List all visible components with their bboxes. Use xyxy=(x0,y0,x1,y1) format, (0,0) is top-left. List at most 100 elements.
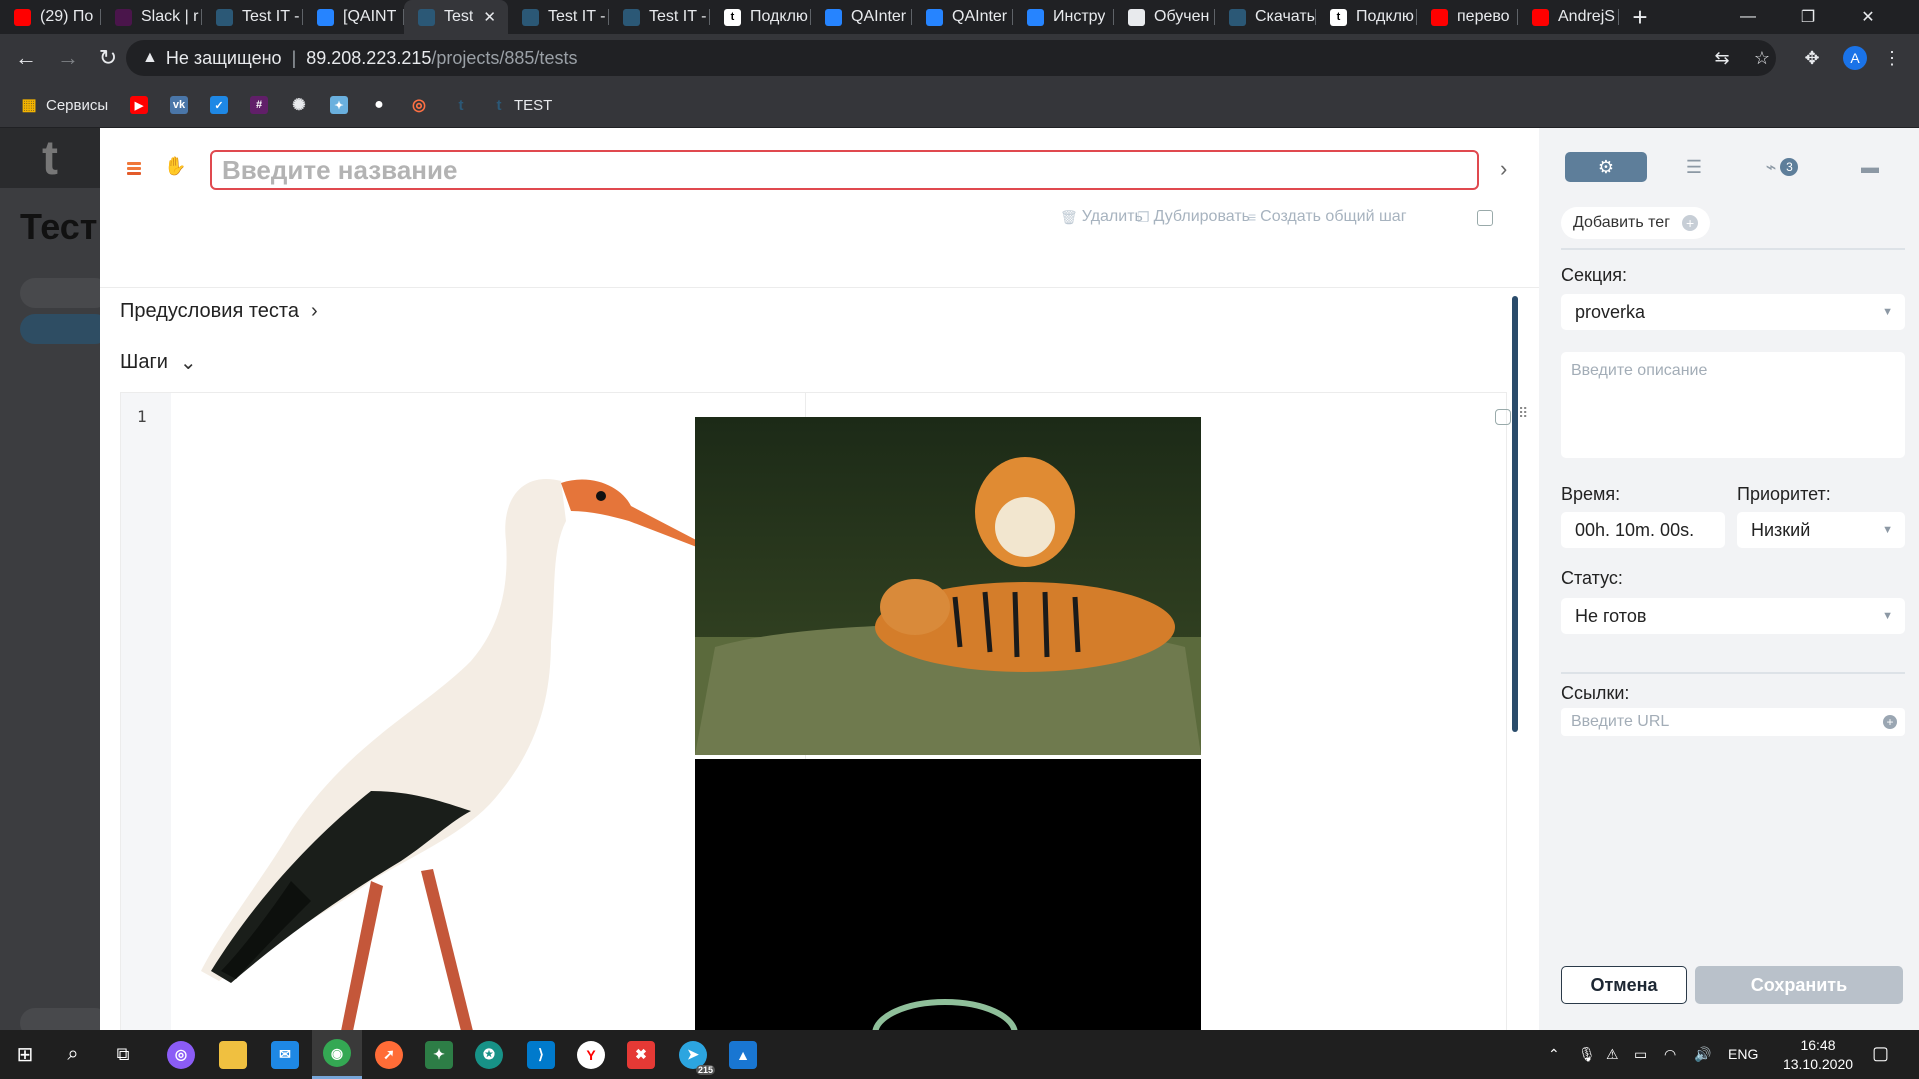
save-button[interactable]: Сохранить xyxy=(1695,966,1903,1004)
tab-title: Slack | r xyxy=(141,8,199,25)
network-warning-icon[interactable]: ⚠ xyxy=(1606,1046,1619,1063)
bookmark-testit[interactable]: t xyxy=(452,95,470,115)
duplicate-button[interactable]: ❐ Дублировать xyxy=(1137,208,1250,226)
chevron-right-icon[interactable]: › xyxy=(1500,156,1507,182)
comments-tab[interactable]: ▬ xyxy=(1829,152,1911,182)
tab-title: Обучен xyxy=(1154,8,1210,25)
minimize-icon[interactable]: — xyxy=(1718,0,1778,34)
steps-tab[interactable]: ☰ xyxy=(1653,152,1735,182)
add-tag-button[interactable]: Добавить тег + xyxy=(1561,207,1711,239)
browser-tab[interactable]: перево xyxy=(1417,0,1518,34)
chevron-up-icon[interactable]: ⌃ xyxy=(1548,1046,1560,1063)
select-all-checkbox[interactable] xyxy=(1477,210,1493,226)
bookmark-app[interactable]: ✦ xyxy=(330,95,348,115)
taskbar-chrome[interactable]: ◉ xyxy=(312,1030,362,1079)
taskbar-telegram[interactable]: ➤ 215 xyxy=(668,1030,718,1079)
browser-tab[interactable]: Инстру xyxy=(1013,0,1114,34)
attachments-tab[interactable]: ⌁ 3 xyxy=(1741,152,1823,182)
taskbar-mail[interactable]: ✉ xyxy=(260,1030,310,1079)
volume-icon[interactable]: 🔊 xyxy=(1694,1046,1711,1063)
steps-toggle[interactable]: Шаги ⌄ xyxy=(120,350,197,375)
browser-tab[interactable]: t Подклю xyxy=(710,0,811,34)
browser-tab[interactable]: QAInter xyxy=(811,0,912,34)
close-tab-icon[interactable]: ✕ xyxy=(483,8,496,26)
close-window-icon[interactable]: ✕ xyxy=(1838,0,1898,34)
browser-tab[interactable]: Обучен xyxy=(1114,0,1215,34)
status-select[interactable]: Не готов ▼ xyxy=(1561,598,1905,634)
browser-tab[interactable]: Test IT - xyxy=(609,0,710,34)
browser-tab[interactable]: QAInter xyxy=(912,0,1013,34)
search-button[interactable]: ⌕ xyxy=(48,1030,98,1079)
taskbar-alice[interactable]: ◎ xyxy=(156,1030,206,1079)
browser-tab[interactable]: Slack | r xyxy=(101,0,202,34)
task-view-button[interactable]: ⧉ xyxy=(98,1030,148,1079)
bookmark-label: Сервисы xyxy=(46,96,109,114)
folder-icon xyxy=(219,1040,247,1069)
bookmark-check[interactable]: ✓ xyxy=(210,95,228,115)
windows-taskbar: ⊞ ⌕ ⧉ ◎ ✉ ◉ ➚ ✦ ✪ ⟩ Y ✖ ➤ 215 ▲ ⌃ 🎙 ⚠ ▭ … xyxy=(0,1030,1919,1079)
browser-tab[interactable]: Скачать xyxy=(1215,0,1316,34)
preconditions-toggle[interactable]: Предусловия теста › xyxy=(120,300,318,323)
taskbar-app[interactable]: ✦ xyxy=(414,1030,464,1079)
taskbar-xmind[interactable]: ✖ xyxy=(616,1030,666,1079)
taskbar-explorer[interactable] xyxy=(208,1030,258,1079)
bookmark-services[interactable]: ▦ Сервисы xyxy=(20,95,108,115)
bookmark-github[interactable]: ● xyxy=(370,95,388,115)
microphone-icon[interactable]: 🎙 xyxy=(1578,1046,1596,1063)
time-input[interactable]: 00h. 10m. 00s. xyxy=(1561,512,1725,548)
taskbar-postman[interactable]: ➚ xyxy=(364,1030,414,1079)
taskbar-yandex[interactable]: Y xyxy=(566,1030,616,1079)
bookmark-openai[interactable]: ✺ xyxy=(290,95,308,115)
bookmark-star-icon[interactable]: ☆ xyxy=(1750,46,1774,70)
restore-icon[interactable]: ❐ xyxy=(1778,0,1838,34)
copy-icon: ❐ xyxy=(1137,208,1150,225)
add-link-icon[interactable]: + xyxy=(1883,715,1897,729)
bookmark-test[interactable]: t TEST xyxy=(490,95,553,115)
profile-avatar[interactable]: A xyxy=(1843,46,1867,70)
browser-tab[interactable]: (29) По xyxy=(0,0,101,34)
create-shared-step-button[interactable]: ≡ Создать общий шаг xyxy=(1248,208,1407,226)
battery-icon[interactable]: ▭ xyxy=(1634,1046,1647,1063)
start-button[interactable]: ⊞ xyxy=(0,1030,50,1079)
reload-icon[interactable]: ↻ xyxy=(92,42,124,74)
section-select[interactable]: proverka ▼ xyxy=(1561,294,1905,330)
address-bar[interactable]: ▲ Не защищено | 89.208.223.215 /projects… xyxy=(126,40,1776,76)
description-textarea[interactable]: Введите описание xyxy=(1561,352,1905,458)
browser-tab[interactable]: Test IT - xyxy=(508,0,609,34)
priority-flame-icon[interactable] xyxy=(124,158,144,178)
step-checkbox[interactable] xyxy=(1495,409,1511,425)
taskbar-gitkraken[interactable]: ✪ xyxy=(464,1030,514,1079)
cancel-button[interactable]: Отмена xyxy=(1561,966,1687,1004)
bookmark-vk[interactable]: vk xyxy=(170,95,188,115)
priority-select[interactable]: Низкий ▼ xyxy=(1737,512,1905,548)
url-input[interactable]: Введите URL + xyxy=(1561,708,1905,736)
drag-handle-icon[interactable]: ⠿ xyxy=(1518,405,1528,422)
bookmark-youtube[interactable]: ▶ xyxy=(130,95,148,115)
clock-date: 13.10.2020 xyxy=(1782,1056,1854,1072)
browser-tab[interactable]: [QAINT xyxy=(303,0,404,34)
bookmark-target[interactable]: ◎ xyxy=(410,95,428,115)
taskbar-vscode[interactable]: ⟩ xyxy=(516,1030,566,1079)
status-label: Статус: xyxy=(1561,568,1623,588)
clock[interactable]: 16:48 13.10.2020 xyxy=(1778,1036,1858,1074)
notification-icon[interactable]: ▢ xyxy=(1872,1043,1889,1064)
delete-button[interactable]: 🗑 Удалить xyxy=(1060,208,1143,226)
browser-tab[interactable]: t Подклю xyxy=(1316,0,1417,34)
scrollbar-thumb[interactable] xyxy=(1512,296,1518,732)
wifi-icon[interactable]: ◠ xyxy=(1664,1046,1676,1063)
test-title-input[interactable] xyxy=(210,150,1479,190)
translate-icon[interactable]: ⇆ xyxy=(1710,46,1734,70)
browser-tab[interactable]: Test ✕ xyxy=(404,0,508,34)
settings-tab[interactable]: ⚙ xyxy=(1565,152,1647,182)
hand-icon[interactable]: ✋ xyxy=(164,156,186,178)
browser-tab[interactable]: Test IT - xyxy=(202,0,303,34)
taskbar-photos[interactable]: ▲ xyxy=(718,1030,768,1079)
menu-kebab-icon[interactable]: ⋮ xyxy=(1880,46,1904,70)
extensions-icon[interactable]: ✥ xyxy=(1800,46,1824,70)
browser-tab[interactable]: AndrejS xyxy=(1518,0,1619,34)
bookmark-slack[interactable]: # xyxy=(250,95,268,115)
new-tab-button[interactable]: + xyxy=(1619,0,1661,34)
language-indicator[interactable]: ENG xyxy=(1728,1046,1758,1062)
back-icon[interactable]: ← xyxy=(10,42,42,74)
forward-icon[interactable]: → xyxy=(52,42,84,74)
